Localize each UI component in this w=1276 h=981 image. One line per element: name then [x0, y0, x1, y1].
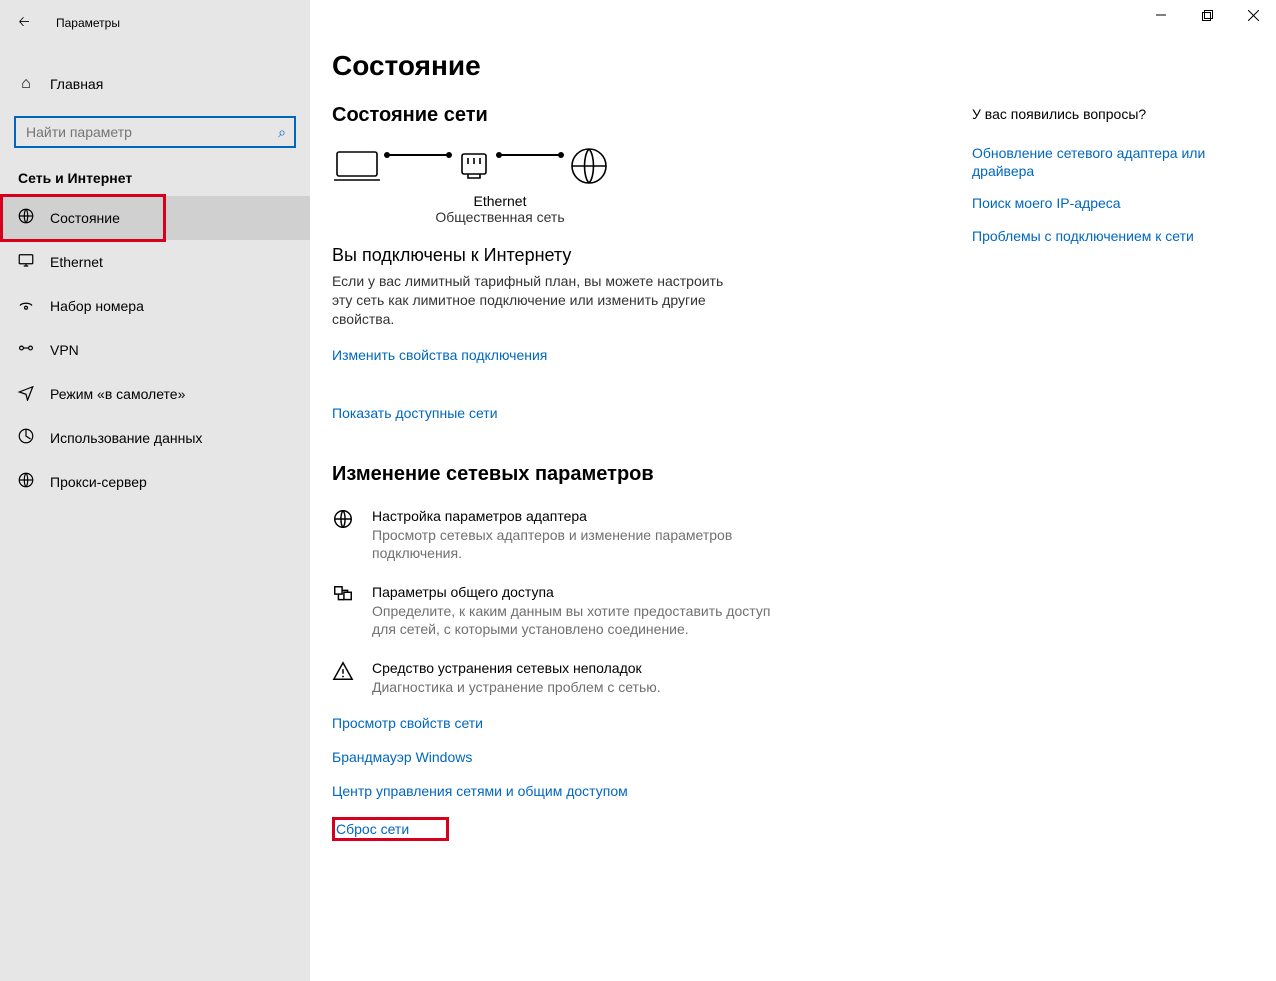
airplane-icon — [16, 383, 36, 405]
device-icon — [334, 148, 380, 184]
home-icon: ⌂ — [16, 75, 36, 93]
main-column: Состояние Состояние сети Ethernet Общест… — [332, 50, 972, 841]
connection-line — [500, 154, 560, 156]
sidebar-item-vpn[interactable]: VPN — [0, 328, 310, 372]
globe-icon — [332, 508, 358, 562]
sidebar-item-airplane[interactable]: Режим «в самолете» — [0, 372, 310, 416]
sidebar-item-label: Прокси-сервер — [50, 474, 147, 490]
link-network-reset[interactable]: Сброс сети — [336, 821, 409, 837]
monitor-icon — [16, 251, 36, 273]
content: Состояние Состояние сети Ethernet Общест… — [310, 0, 1276, 981]
globe-icon — [16, 207, 36, 229]
app-title: Параметры — [56, 16, 120, 30]
link-change-properties[interactable]: Изменить свойства подключения — [332, 347, 547, 363]
network-diagram — [334, 145, 972, 187]
sidebar-item-datausage[interactable]: Использование данных — [0, 416, 310, 460]
highlight-reset: Сброс сети — [332, 817, 449, 841]
setting-description: Диагностика и устранение проблем с сетью… — [372, 678, 661, 696]
help-link-find-ip[interactable]: Поиск моего IP-адреса — [972, 194, 1212, 212]
help-heading: У вас появились вопросы? — [972, 106, 1212, 122]
setting-description: Определите, к каким данным вы хотите пре… — [372, 602, 792, 638]
vpn-icon — [16, 339, 36, 361]
help-link-connection-problems[interactable]: Проблемы с подключением к сети — [972, 227, 1212, 245]
minimize-button[interactable] — [1138, 0, 1184, 30]
bottom-links: Просмотр свойств сети Брандмауэр Windows… — [332, 715, 972, 841]
dialup-icon — [16, 295, 36, 317]
sidebar-item-ethernet[interactable]: Ethernet — [0, 240, 310, 284]
sidebar: 🡠 Параметры ⌂ Главная ⌕ Сеть и Интернет … — [0, 0, 310, 981]
home-nav[interactable]: ⌂ Главная — [0, 62, 310, 106]
status-heading: Состояние сети — [332, 104, 972, 127]
search-wrap: ⌕ — [0, 106, 310, 156]
sidebar-item-label: Набор номера — [50, 298, 144, 314]
category-title: Сеть и Интернет — [0, 156, 310, 196]
setting-title: Настройка параметров адаптера — [372, 508, 792, 524]
maximize-button[interactable] — [1184, 0, 1230, 30]
close-button[interactable] — [1230, 0, 1276, 30]
change-settings-heading: Изменение сетевых параметров — [332, 463, 972, 486]
setting-troubleshooter[interactable]: Средство устранения сетевых неполадок Ди… — [332, 660, 972, 696]
ethernet-caption: Ethernet — [430, 193, 570, 209]
back-icon[interactable]: 🡠 — [14, 11, 34, 35]
titlebar-left: 🡠 Параметры — [0, 6, 310, 40]
search-input[interactable] — [14, 116, 296, 148]
help-column: У вас появились вопросы? Обновление сете… — [972, 50, 1212, 841]
setting-sharing-options[interactable]: Параметры общего доступа Определите, к к… — [332, 584, 972, 638]
connection-line — [388, 154, 448, 156]
diagram-caption-block: Ethernet Общественная сеть — [430, 193, 570, 225]
setting-title: Средство устранения сетевых неполадок — [372, 660, 661, 676]
sidebar-item-proxy[interactable]: Прокси-сервер — [0, 460, 310, 504]
internet-icon — [568, 145, 610, 187]
proxy-icon — [16, 471, 36, 493]
window-controls — [1138, 0, 1276, 30]
data-usage-icon — [16, 427, 36, 449]
sidebar-item-dialup[interactable]: Набор номера — [0, 284, 310, 328]
setting-title: Параметры общего доступа — [372, 584, 792, 600]
connected-title: Вы подключены к Интернету — [332, 245, 972, 266]
link-firewall[interactable]: Брандмауэр Windows — [332, 749, 972, 765]
setting-adapter-options[interactable]: Настройка параметров адаптера Просмотр с… — [332, 508, 972, 562]
link-show-networks[interactable]: Показать доступные сети — [332, 405, 498, 421]
ethernet-node — [456, 148, 492, 184]
warning-icon — [332, 660, 358, 696]
sidebar-item-label: Использование данных — [50, 430, 202, 446]
sidebar-item-label: VPN — [50, 342, 79, 358]
help-link-update-adapter[interactable]: Обновление сетевого адаптера или драйвер… — [972, 144, 1212, 180]
link-network-properties[interactable]: Просмотр свойств сети — [332, 715, 972, 731]
sidebar-item-status[interactable]: Состояние — [0, 196, 310, 240]
sharing-icon — [332, 584, 358, 638]
sidebar-item-label: Состояние — [50, 210, 120, 226]
link-sharing-center[interactable]: Центр управления сетями и общим доступом — [332, 783, 972, 799]
page-title: Состояние — [332, 50, 972, 82]
ethernet-subcaption: Общественная сеть — [430, 209, 570, 225]
connected-description: Если у вас лимитный тарифный план, вы мо… — [332, 272, 732, 329]
setting-description: Просмотр сетевых адаптеров и изменение п… — [372, 526, 792, 562]
home-label: Главная — [50, 76, 103, 92]
sidebar-item-label: Ethernet — [50, 254, 103, 270]
sidebar-item-label: Режим «в самолете» — [50, 386, 185, 402]
